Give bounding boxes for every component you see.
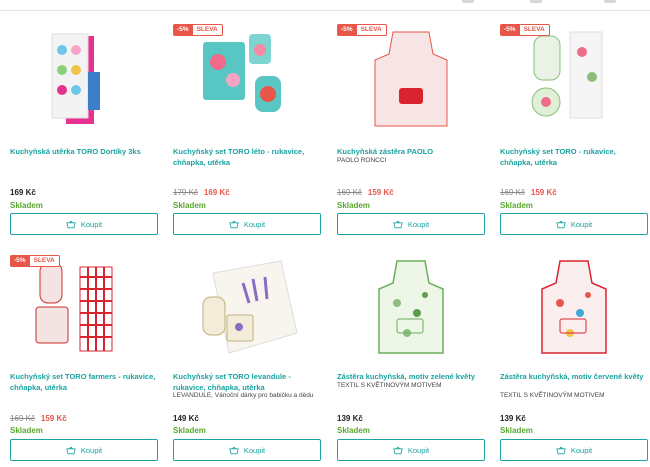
sale-badge: -5% SLEVA [500,24,550,36]
stock-status: Skladem [337,201,370,210]
product-price: 169 Kč 159 Kč [500,188,557,197]
product-card[interactable]: Kuchyňská utěrka TORO Dortíky 3ks 169 Kč… [10,22,158,237]
product-price: 169 Kč [10,188,36,197]
product-title[interactable]: Kuchyňská zástěra PAOLO [337,146,485,157]
product-image[interactable] [500,253,648,365]
buy-label: Koupit [407,445,430,455]
sale-badge: -5% SLEVA [173,24,223,36]
product-card[interactable]: -5% SLEVA Kuchyňský set TORO - rukavice, … [500,22,648,237]
basket-icon [556,446,566,454]
product-image[interactable]: -5% SLEVA [500,22,648,134]
buy-button[interactable]: Koupit [10,439,158,461]
stock-status: Skladem [10,201,43,210]
product-image[interactable]: -5% SLEVA [173,22,321,134]
product-image[interactable] [337,253,485,365]
buy-label: Koupit [570,445,593,455]
basket-icon [66,446,76,454]
product-image[interactable]: -5% SLEVA [10,253,158,365]
buy-button[interactable]: Koupit [10,213,158,235]
product-title[interactable]: Zástěra kuchyňská, motiv zelené květy [337,371,485,382]
buy-label: Koupit [570,219,593,229]
product-price: 169 Kč 159 Kč [337,188,394,197]
buy-label: Koupit [80,445,103,455]
buy-button[interactable]: Koupit [337,439,485,461]
product-price: 169 Kč 159 Kč [10,414,67,423]
buy-button[interactable]: Koupit [337,213,485,235]
product-price: 149 Kč [173,414,199,423]
product-title[interactable]: Zástěra kuchyňská, motiv červené květy [500,371,648,382]
buy-button[interactable]: Koupit [173,439,321,461]
basket-icon [66,220,76,228]
product-price: 139 Kč [337,414,363,423]
stock-status: Skladem [10,426,43,435]
product-price: 139 Kč [500,414,526,423]
product-title[interactable]: Kuchyňský set TORO - rukavice, chňapka, … [500,146,648,168]
stock-status: Skladem [500,201,533,210]
buy-label: Koupit [243,445,266,455]
stock-status: Skladem [173,201,206,210]
product-card[interactable]: -5% SLEVA Kuchyňský set TORO farmers - ru… [10,253,158,463]
stock-status: Skladem [500,426,533,435]
product-price: 179 Kč 169 Kč [173,188,230,197]
sale-badge: -5% SLEVA [337,24,387,36]
basket-icon [229,220,239,228]
buy-label: Koupit [407,219,430,229]
product-card[interactable]: -5% SLEVA Kuchyňský set TORO léto - rukav… [173,22,321,237]
basket-icon [556,220,566,228]
product-image[interactable] [10,22,158,134]
buy-button[interactable]: Koupit [500,213,648,235]
product-title[interactable]: Kuchyňský set TORO farmers - rukavice, c… [10,371,158,393]
product-title[interactable]: Kuchyňský set TORO léto - rukavice, chňa… [173,146,321,168]
buy-button[interactable]: Koupit [173,213,321,235]
buy-label: Koupit [80,219,103,229]
product-image[interactable] [173,253,321,365]
product-title[interactable]: Kuchyňská utěrka TORO Dortíky 3ks [10,146,158,157]
product-grid: Kuchyňská utěrka TORO Dortíky 3ks 169 Kč… [0,0,650,467]
product-brand: PAOLO RONCCI [337,157,387,164]
product-tags: LEVANDULE, Vánoční dárky pro babičku a d… [173,392,314,399]
stock-status: Skladem [337,426,370,435]
product-image[interactable]: -5% SLEVA [337,22,485,134]
stock-status: Skladem [173,426,206,435]
product-category: TEXTIL S KVĚTINOVÝM MOTIVEM [337,382,442,389]
basket-icon [393,446,403,454]
product-category: TEXTIL S KVĚTINOVÝM MOTIVEM [500,392,605,399]
product-card[interactable]: Kuchyňský set TORO levandule - rukavice,… [173,253,321,463]
product-title[interactable]: Kuchyňský set TORO levandule - rukavice,… [173,371,321,393]
basket-icon [393,220,403,228]
sale-badge: -5% SLEVA [10,255,60,267]
basket-icon [229,446,239,454]
buy-button[interactable]: Koupit [500,439,648,461]
product-card[interactable]: Zástěra kuchyňská, motiv červené květy T… [500,253,648,463]
product-card[interactable]: Zástěra kuchyňská, motiv zelené květy TE… [337,253,485,463]
product-card[interactable]: -5% SLEVA Kuchyňská zástěra PAOLO PAOLO R… [337,22,485,237]
buy-label: Koupit [243,219,266,229]
